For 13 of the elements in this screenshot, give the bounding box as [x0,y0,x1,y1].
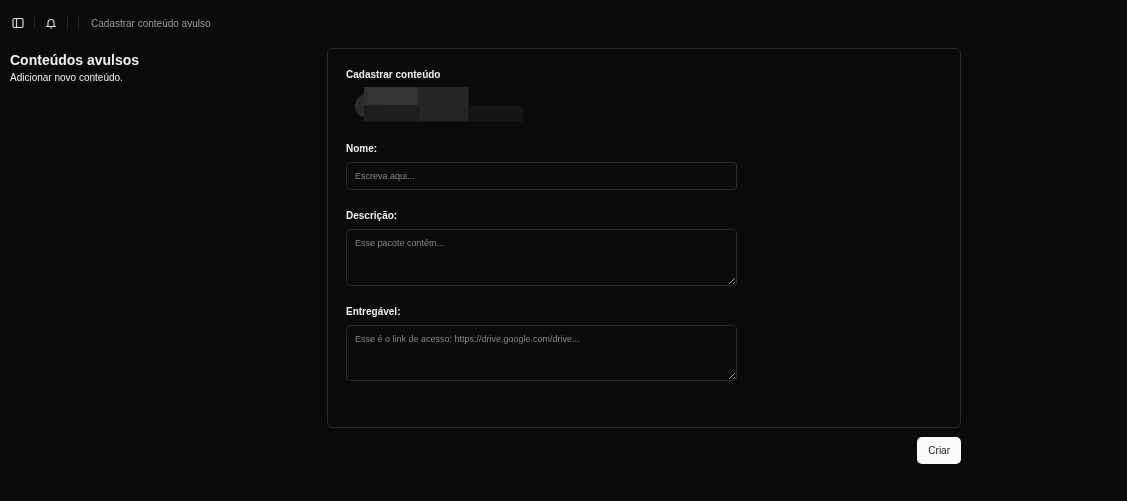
create-button[interactable]: Criar [917,437,961,464]
page-subtitle: Adicionar novo conteúdo. [10,72,124,83]
text-area[interactable]: Esse é o link de acesso: https://drive.google.com/drive... [346,324,737,381]
breadcrumb: Cadastrar conteúdo avulso [91,17,211,29]
form-title: Cadastrar conteúdo [346,69,442,80]
sidebar-toggle-icon[interactable] [12,17,24,29]
field-label: Entregável: [346,305,402,317]
page-title: Conteúdos avulsos [10,52,141,68]
field-label: Descrição: [346,210,399,222]
field-label: Nome: [346,143,379,155]
bell-icon[interactable] [45,17,57,29]
input-field[interactable]: Escreva aqui... [346,162,737,191]
text-area[interactable]: Esse pacote contém... [346,229,737,286]
